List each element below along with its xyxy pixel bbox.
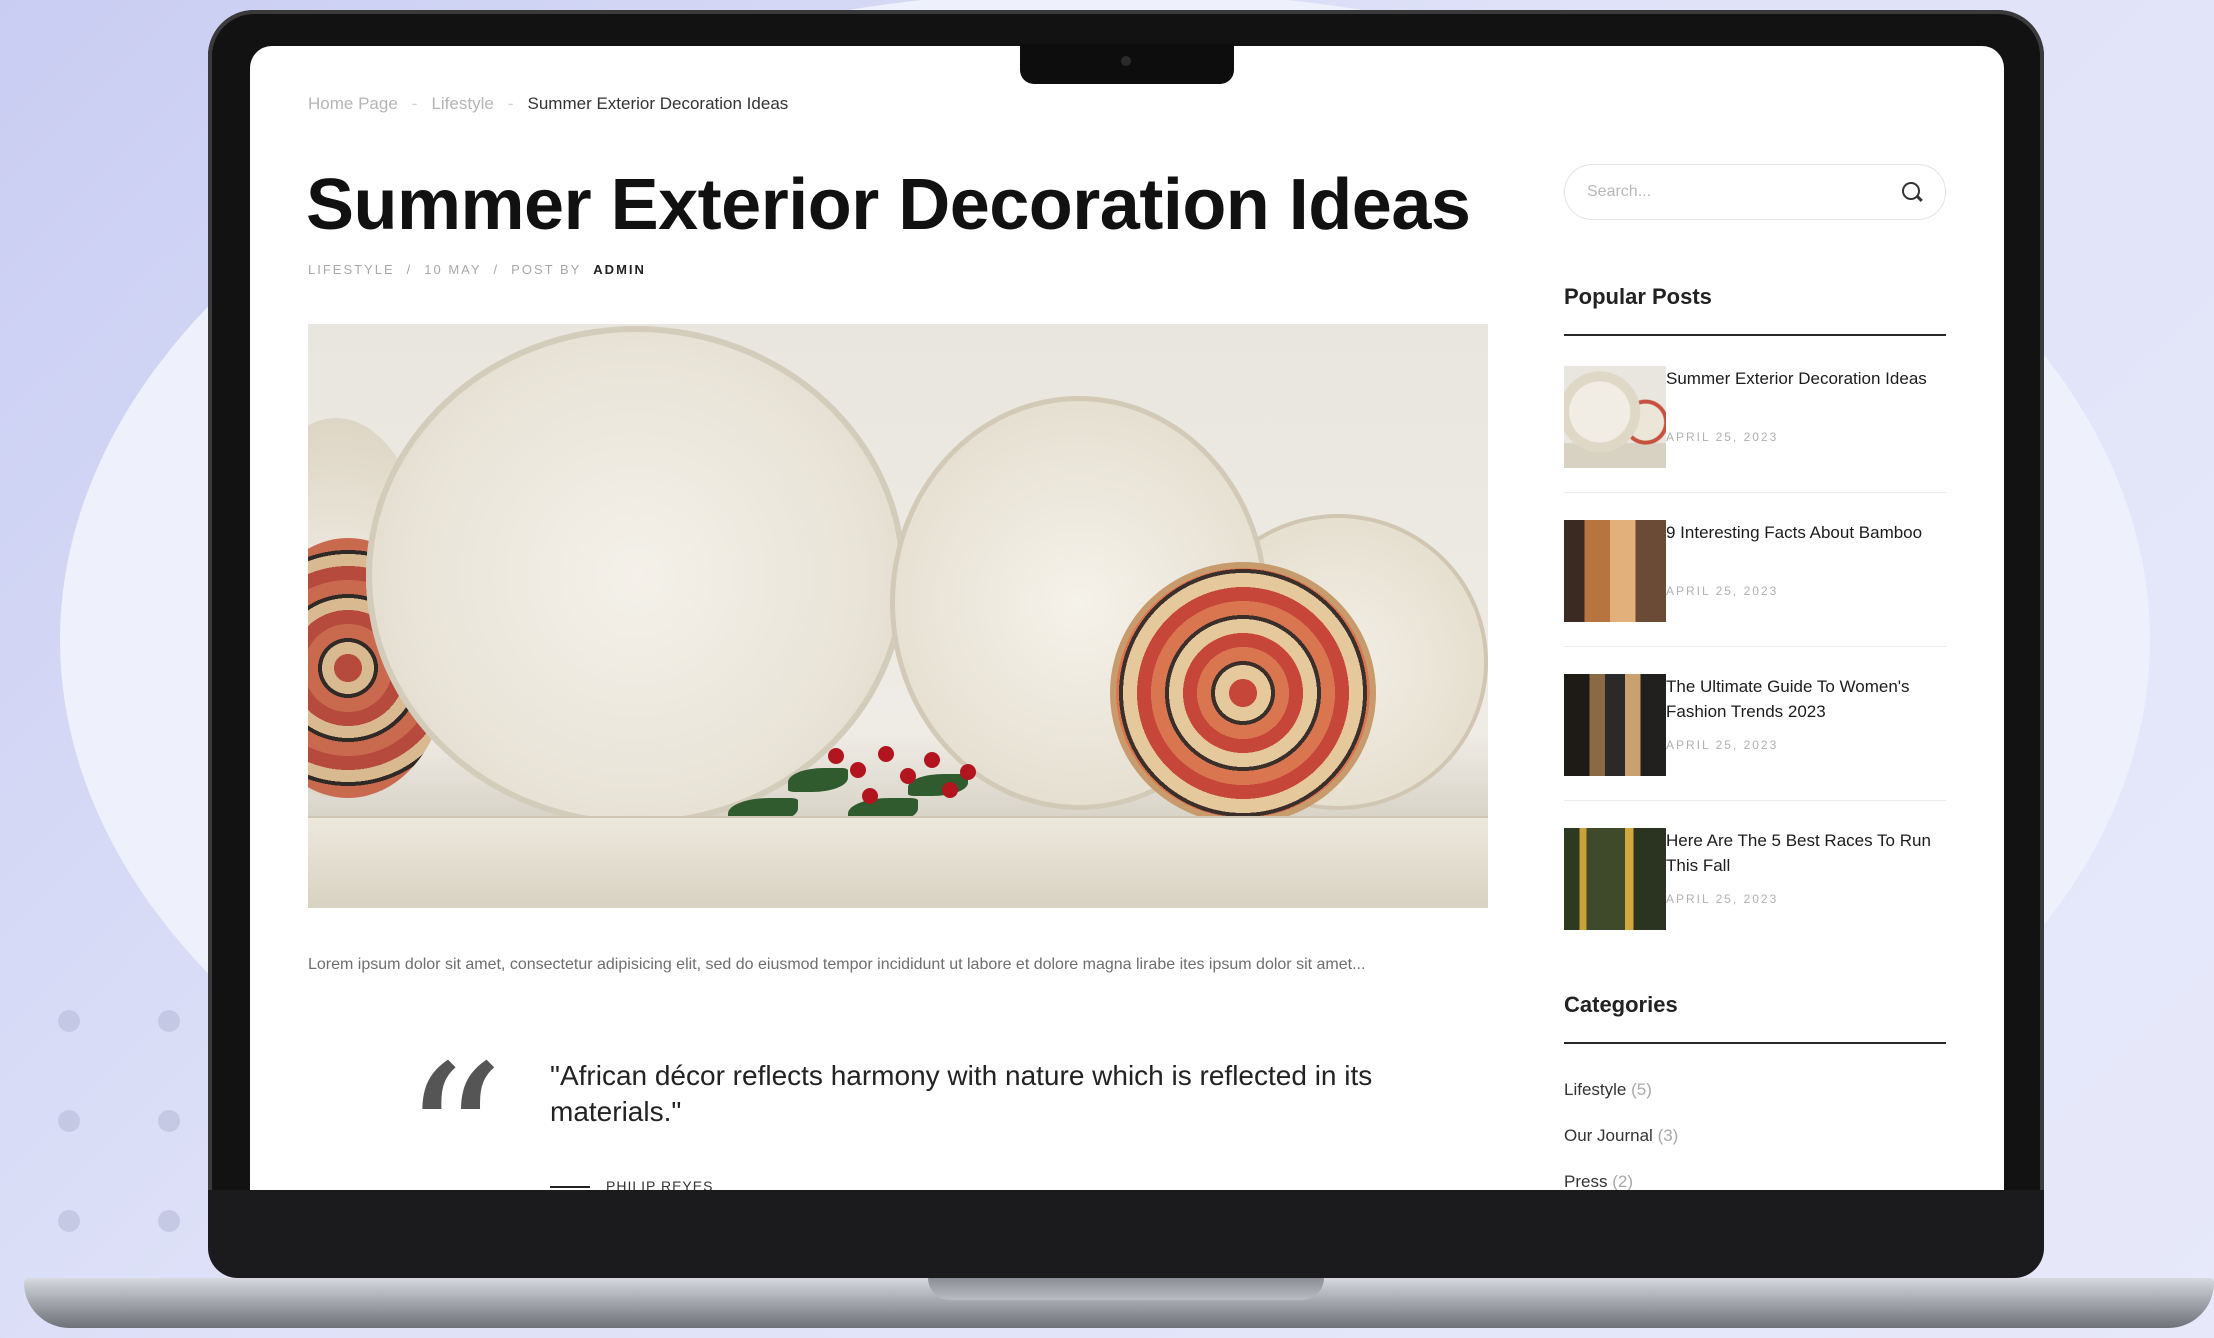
category-item[interactable]: Our Journal (3) bbox=[1564, 1126, 1678, 1146]
popular-post-date: APRIL 25, 2023 bbox=[1666, 430, 1779, 444]
blockquote-text: "African décor reflects harmony with nat… bbox=[550, 1060, 1373, 1127]
popular-post-item[interactable]: Here Are The 5 Best Races To Run This Fa… bbox=[1564, 828, 1946, 932]
popular-post-title[interactable]: Here Are The 5 Best Races To Run This Fa… bbox=[1666, 828, 1946, 878]
divider bbox=[1564, 646, 1946, 647]
post-excerpt: Lorem ipsum dolor sit amet, consectetur … bbox=[308, 956, 1366, 973]
quote-author-line bbox=[550, 1186, 590, 1188]
patterned-basket bbox=[1116, 568, 1370, 818]
breadcrumb: Home Page - Lifestyle - Summer Exterior … bbox=[308, 94, 788, 114]
divider bbox=[1564, 800, 1946, 801]
popular-post-title[interactable]: The Ultimate Guide To Women's Fashion Tr… bbox=[1666, 674, 1946, 724]
post-thumbnail[interactable] bbox=[1564, 674, 1666, 776]
popular-post-date: APRIL 25, 2023 bbox=[1666, 584, 1779, 598]
breadcrumb-separator: - bbox=[507, 94, 514, 113]
breadcrumb-separator: - bbox=[411, 94, 418, 113]
page-title: Summer Exterior Decoration Ideas bbox=[306, 165, 1471, 245]
laptop-screen: Home Page - Lifestyle - Summer Exterior … bbox=[250, 46, 2004, 1190]
category-name[interactable]: Press bbox=[1564, 1172, 1607, 1190]
popular-post-item[interactable]: The Ultimate Guide To Women's Fashion Tr… bbox=[1564, 674, 1946, 778]
popular-post-title[interactable]: Summer Exterior Decoration Ideas bbox=[1666, 366, 1946, 391]
meta-separator: / bbox=[406, 262, 413, 277]
post-category[interactable]: LIFESTYLE bbox=[308, 262, 395, 277]
category-item[interactable]: Lifestyle (5) bbox=[1564, 1080, 1652, 1100]
laptop-base-notch bbox=[928, 1278, 1324, 1300]
category-name[interactable]: Our Journal bbox=[1564, 1126, 1653, 1145]
quote-icon: “ bbox=[402, 1023, 505, 1191]
post-thumbnail[interactable] bbox=[1564, 366, 1666, 468]
camera-notch bbox=[1020, 44, 1234, 84]
category-name[interactable]: Lifestyle bbox=[1564, 1080, 1626, 1099]
post-author[interactable]: ADMIN bbox=[593, 262, 646, 277]
hero-image bbox=[308, 324, 1488, 908]
popular-post-title[interactable]: 9 Interesting Facts About Bamboo bbox=[1666, 520, 1946, 545]
category-count: (2) bbox=[1612, 1172, 1633, 1190]
popular-post-item[interactable]: Summer Exterior Decoration Ideas APRIL 2… bbox=[1564, 366, 1946, 470]
popular-posts-heading: Popular Posts bbox=[1564, 284, 1712, 309]
search-input[interactable] bbox=[1587, 183, 1887, 201]
search-icon[interactable] bbox=[1901, 181, 1923, 203]
laptop-bezel-bottom bbox=[208, 1190, 2044, 1278]
shelf bbox=[308, 816, 1488, 908]
category-item[interactable]: Press (2) bbox=[1564, 1172, 1633, 1190]
popular-post-date: APRIL 25, 2023 bbox=[1666, 738, 1779, 752]
post-thumbnail[interactable] bbox=[1564, 828, 1666, 930]
post-thumbnail[interactable] bbox=[1564, 520, 1666, 622]
popular-post-date: APRIL 25, 2023 bbox=[1666, 892, 1779, 906]
breadcrumb-lifestyle[interactable]: Lifestyle bbox=[431, 94, 493, 114]
divider bbox=[1564, 492, 1946, 493]
post-by-label: POST BY bbox=[511, 262, 582, 277]
breadcrumb-home[interactable]: Home Page bbox=[308, 94, 398, 114]
popular-posts-rule bbox=[1564, 334, 1946, 336]
category-count: (5) bbox=[1631, 1080, 1652, 1099]
popular-post-item[interactable]: 9 Interesting Facts About Bamboo APRIL 2… bbox=[1564, 520, 1946, 624]
category-count: (3) bbox=[1657, 1126, 1679, 1145]
breadcrumb-current: Summer Exterior Decoration Ideas bbox=[527, 94, 789, 113]
categories-heading: Categories bbox=[1564, 992, 1678, 1017]
post-date: 10 MAY bbox=[424, 262, 482, 277]
post-meta: LIFESTYLE / 10 MAY / POST BY ADMIN bbox=[308, 262, 646, 277]
meta-separator: / bbox=[493, 262, 500, 277]
camera-icon bbox=[1121, 56, 1131, 66]
quote-author: PHILIP REYES bbox=[606, 1178, 714, 1190]
categories-rule bbox=[1564, 1042, 1946, 1044]
search-bar bbox=[1564, 164, 1946, 220]
